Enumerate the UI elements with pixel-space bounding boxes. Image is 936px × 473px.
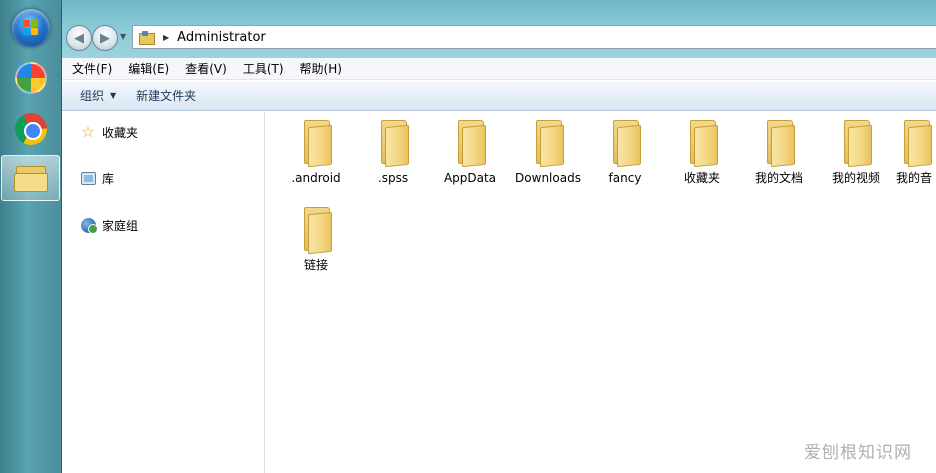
folder-icon — [450, 120, 490, 168]
folder-icon — [296, 207, 336, 255]
folder-icon — [759, 120, 799, 168]
start-button[interactable] — [0, 5, 61, 51]
folder-label: 我的文档 — [754, 171, 803, 185]
command-bar: 组织 ▼ 新建文件夹 — [62, 81, 936, 111]
breadcrumb-arrow-icon[interactable]: ▶ — [163, 33, 169, 42]
organize-label: 组织 — [80, 88, 105, 103]
taskbar — [0, 0, 62, 473]
chrome-icon — [14, 113, 47, 145]
menu-edit[interactable]: 编辑(E) — [120, 58, 177, 80]
nav-homegroup[interactable]: 家庭组 — [80, 215, 138, 235]
nav-libraries-label: 库 — [102, 171, 115, 186]
nav-homegroup-label: 家庭组 — [102, 218, 139, 233]
forward-button[interactable]: ▶ — [92, 25, 118, 51]
menu-help[interactable]: 帮助(H) — [292, 58, 350, 80]
folder-item[interactable]: 链接 — [278, 207, 354, 273]
folder-item[interactable]: fancy — [587, 120, 663, 186]
nav-favorites-label: 收藏夹 — [102, 125, 139, 140]
folder-item[interactable]: AppData — [432, 120, 508, 186]
folder-icon — [373, 120, 413, 168]
folder-label: 收藏夹 — [683, 171, 720, 185]
folder-icon — [836, 120, 876, 168]
menu-file[interactable]: 文件(F) — [62, 58, 120, 80]
folder-item[interactable]: 收藏夹 — [664, 120, 740, 186]
folder-label: .android — [291, 171, 341, 185]
organize-button[interactable]: 组织 ▼ — [62, 81, 126, 111]
folder-label: AppData — [443, 171, 497, 185]
folder-label: Downloads — [515, 171, 581, 185]
folder-icon — [296, 120, 336, 168]
folder-label: .spss — [377, 171, 409, 185]
menu-view[interactable]: 查看(V) — [177, 58, 235, 80]
navigation-pane: ☆ 收藏夹 库 家庭组 — [62, 112, 265, 473]
taskbar-app-button[interactable] — [0, 55, 61, 101]
folder-item[interactable]: .spss — [355, 120, 431, 186]
menu-tools[interactable]: 工具(T) — [235, 58, 292, 80]
nav-favorites[interactable]: ☆ 收藏夹 — [80, 122, 138, 142]
folder-icon — [605, 120, 645, 168]
folder-item[interactable]: .android — [278, 120, 354, 186]
recent-pages-dropdown-icon[interactable]: ▼ — [120, 32, 126, 41]
folder-label: 我的视频 — [831, 171, 880, 185]
star-icon: ☆ — [81, 123, 95, 141]
forward-arrow-icon: ▶ — [100, 30, 110, 46]
nav-libraries[interactable]: 库 — [80, 168, 114, 188]
file-list: .android .spss AppData Downloads fancy 收… — [266, 112, 936, 473]
address-path[interactable]: Administrator — [177, 30, 266, 45]
homegroup-icon — [80, 217, 98, 234]
folder-item[interactable]: 我的文档 — [741, 120, 817, 186]
explorer-folder-icon — [13, 164, 48, 192]
windows-start-icon — [11, 9, 50, 47]
folder-item[interactable]: Downloads — [510, 120, 586, 186]
folder-label: fancy — [608, 171, 642, 185]
folder-icon — [139, 31, 155, 45]
taskbar-chrome-button[interactable] — [0, 106, 61, 152]
back-arrow-icon: ◀ — [74, 30, 84, 46]
folder-item[interactable]: 我的音 — [896, 120, 936, 186]
colorful-app-icon — [14, 62, 47, 94]
folder-item[interactable]: 我的视频 — [818, 120, 894, 186]
explorer-window: ◀ ▶ ▼ ▶ Administrator 文件(F) 编辑(E) 查看(V) … — [62, 0, 936, 473]
library-icon — [80, 170, 96, 186]
menu-bar: 文件(F) 编辑(E) 查看(V) 工具(T) 帮助(H) — [62, 58, 936, 80]
watermark: 爱刨根知识网 — [804, 443, 912, 463]
back-button[interactable]: ◀ — [66, 25, 92, 51]
folder-icon — [896, 120, 936, 168]
folder-icon — [528, 120, 568, 168]
title-bar: ◀ ▶ ▼ ▶ Administrator — [62, 0, 936, 58]
new-folder-label: 新建文件夹 — [136, 88, 197, 103]
folder-label: 我的音 — [896, 171, 933, 185]
address-bar[interactable]: ▶ Administrator — [132, 25, 936, 49]
taskbar-explorer-button[interactable] — [1, 155, 60, 201]
folder-label: 链接 — [303, 258, 328, 272]
new-folder-button[interactable]: 新建文件夹 — [126, 81, 206, 111]
folder-icon — [682, 120, 722, 168]
chevron-down-icon: ▼ — [110, 90, 117, 100]
